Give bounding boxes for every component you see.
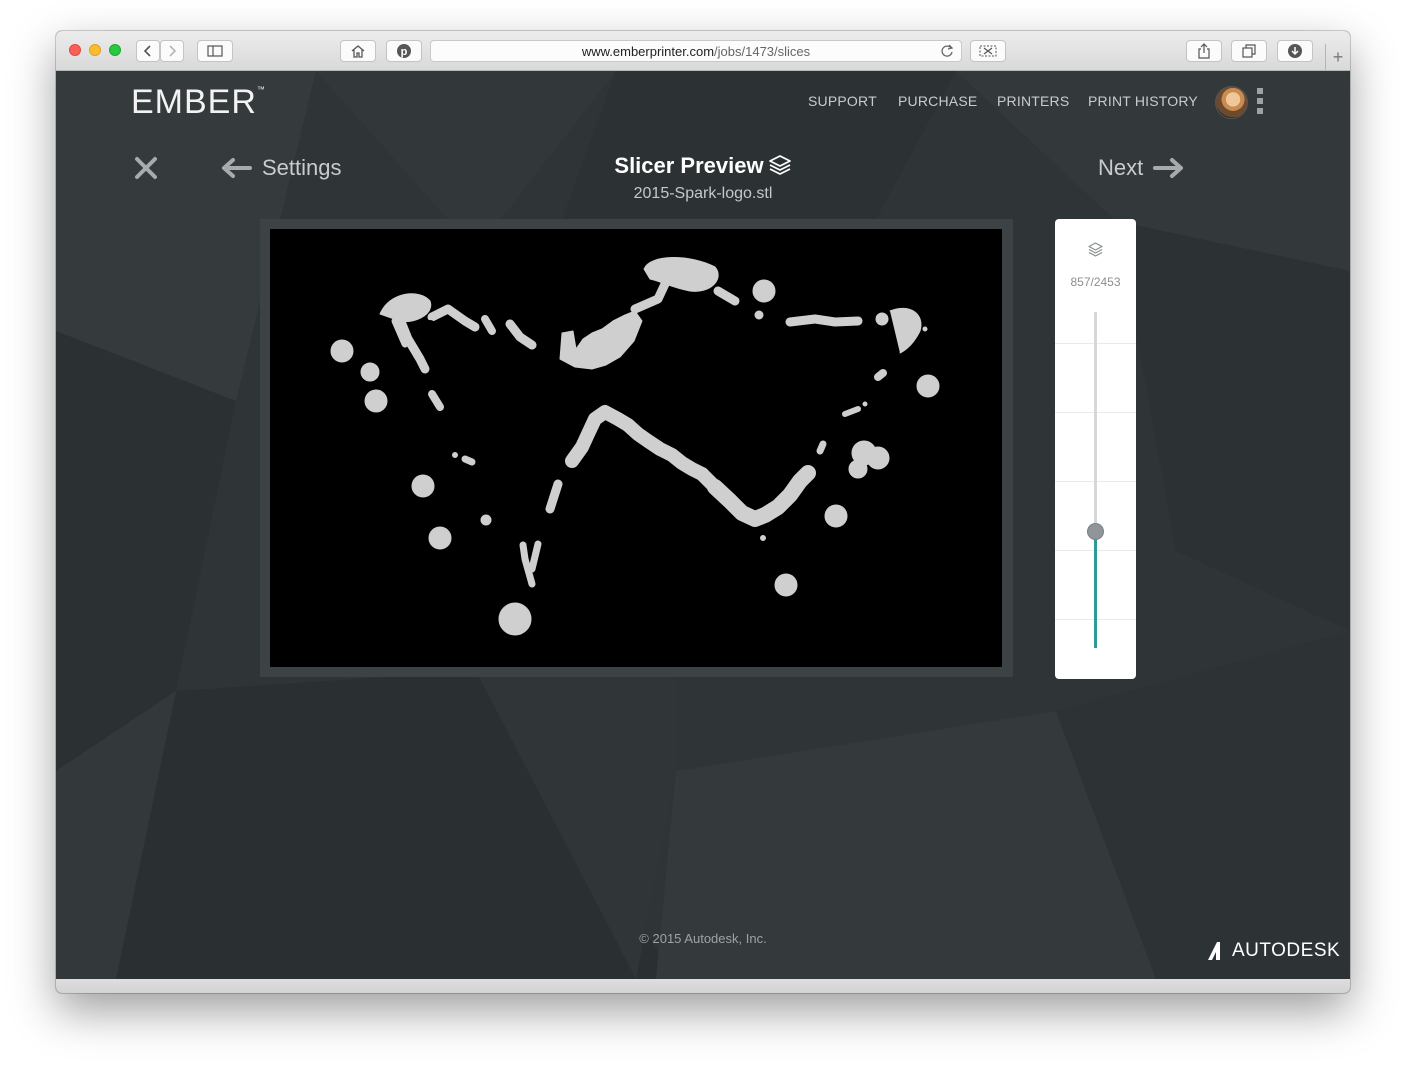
autodesk-wordmark: AUTODESK [1232, 940, 1341, 961]
zoom-window-button[interactable] [109, 44, 121, 56]
pinterest-button[interactable]: p [386, 40, 422, 62]
tabs-icon [1242, 44, 1256, 58]
nav-purchase[interactable]: PURCHASE [898, 93, 977, 109]
browser-back-button[interactable] [136, 40, 160, 62]
autodesk-logo[interactable]: AUTODESK [1207, 940, 1340, 962]
back-label: Settings [262, 155, 342, 180]
slice-preview [270, 229, 1002, 667]
browser-forward-button[interactable] [160, 40, 184, 62]
slice-image [330, 257, 940, 636]
layers-icon [768, 155, 791, 175]
url-domain: www.emberprinter.com [581, 43, 715, 59]
arrow-right-icon [1153, 158, 1184, 178]
next-button[interactable]: Next [1098, 155, 1185, 181]
sidebar-icon [207, 45, 223, 57]
browser-toolbar: p www.emberprinter.com/jobs/1473/slices … [56, 31, 1350, 71]
layer-counter: 857/2453 [1070, 275, 1121, 289]
more-menu-icon[interactable] [1257, 88, 1263, 118]
layers-icon [1088, 242, 1103, 257]
chevron-right-icon [169, 45, 177, 57]
ember-logo[interactable]: EMBER™ [131, 83, 266, 122]
nav-support[interactable]: SUPPORT [808, 93, 877, 109]
home-icon [351, 45, 365, 58]
autodesk-icon [1208, 942, 1220, 960]
page: EMBER™ SUPPORT PURCHASE PRINTERS PRINT H… [56, 71, 1350, 979]
pinterest-icon: p [397, 44, 411, 58]
file-name: 2015-Spark-logo.stl [633, 185, 773, 202]
next-label: Next [1098, 155, 1144, 180]
minimize-window-button[interactable] [89, 44, 101, 56]
trademark-mark: ™ [256, 85, 266, 94]
avatar[interactable] [1215, 86, 1248, 119]
svg-text:p: p [401, 46, 408, 58]
chevron-left-icon [143, 45, 151, 57]
address-bar[interactable]: www.emberprinter.com/jobs/1473/slices [430, 40, 962, 62]
reload-icon[interactable] [939, 43, 955, 59]
extension-button[interactable] [970, 40, 1006, 62]
logo-text: EMBER [131, 83, 257, 121]
browser-bottom-bar [56, 979, 1350, 993]
close-window-button[interactable] [69, 44, 81, 56]
scissors-icon [979, 45, 997, 57]
browser-window: p www.emberprinter.com/jobs/1473/slices … [56, 31, 1350, 993]
download-icon [1288, 44, 1302, 58]
layer-slider-fill [1094, 530, 1097, 648]
layer-slider-panel: 857/2453 [1055, 219, 1136, 679]
url-path: /jobs/1473/slices [714, 43, 811, 59]
arrow-left-icon [222, 158, 252, 178]
close-icon[interactable] [134, 156, 158, 180]
sidebar-toggle-button[interactable] [197, 40, 233, 62]
copyright: © 2015 Autodesk, Inc. [639, 931, 767, 946]
plus-icon: + [1332, 46, 1344, 67]
nav-printers[interactable]: PRINTERS [997, 93, 1069, 109]
page-title: Slicer Preview [516, 153, 890, 179]
share-button[interactable] [1186, 40, 1222, 62]
page-title-text: Slicer Preview [614, 153, 764, 178]
new-tab-button[interactable]: + [1325, 44, 1350, 70]
slice-preview-frame [260, 219, 1013, 677]
downloads-button[interactable] [1277, 40, 1313, 62]
back-to-settings-button[interactable]: Settings [220, 155, 342, 181]
home-button[interactable] [340, 40, 376, 62]
layer-slider-handle[interactable] [1087, 522, 1104, 540]
tabs-overview-button[interactable] [1231, 40, 1267, 62]
nav-print-history[interactable]: PRINT HISTORY [1088, 93, 1198, 109]
share-icon [1198, 43, 1210, 59]
